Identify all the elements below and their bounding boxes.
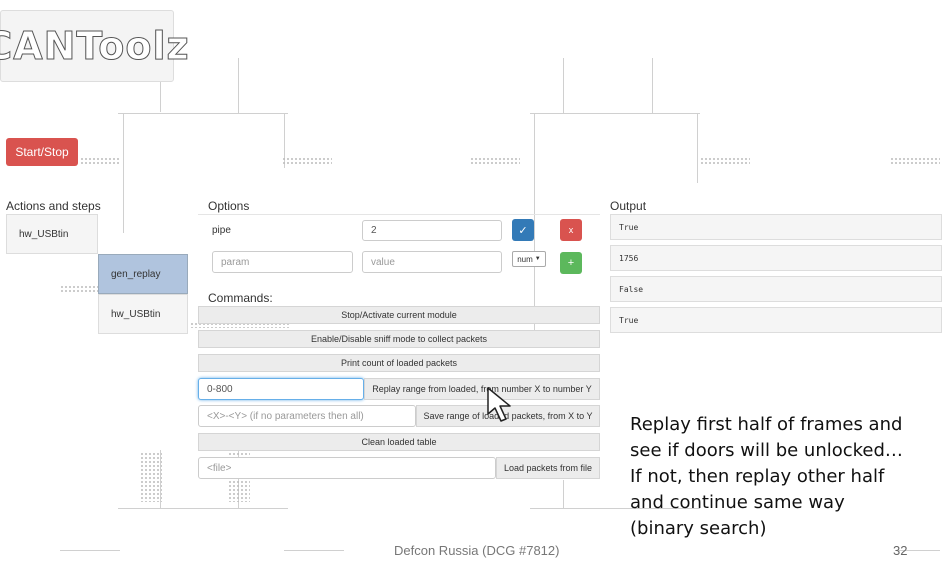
action-item-hw-usbtin[interactable]: hw_USBtin [6,214,98,254]
delete-option-button[interactable]: x [560,219,582,241]
print-count-button[interactable]: Print count of loaded packets [198,354,600,372]
logo: CANToolz [0,10,189,82]
type-select[interactable]: num ▼ [512,251,546,267]
option-name-pipe: pipe [212,225,231,236]
output-title: Output [610,199,647,213]
confirm-option-button[interactable]: ✓ [512,219,534,241]
plus-icon: + [567,257,575,269]
chevron-down-icon: ▼ [534,256,541,262]
action-item-hw-usbtin-2[interactable]: hw_USBtin [98,294,188,334]
load-file-button[interactable]: Load packets from file [496,457,600,479]
option-value-pipe[interactable]: 2 [362,220,502,241]
action-item-gen-replay[interactable]: gen_replay [98,254,188,294]
check-icon: ✓ [518,224,528,237]
cursor-arrow-icon [487,387,511,422]
options-divider [198,214,600,215]
footer-text: Defcon Russia (DCG #7812) [394,543,560,558]
replay-range-input[interactable]: 0-800 [198,378,364,400]
annotation-line: Replay first half of frames and [630,414,903,435]
replay-range-button[interactable]: Replay range from loaded, from number X … [364,378,600,400]
type-select-value: num [517,254,533,264]
sniff-toggle-button[interactable]: Enable/Disable sniff mode to collect pac… [198,330,600,348]
logo-text: CANToolz [0,24,190,69]
output-row: True [610,214,942,240]
clean-table-button[interactable]: Clean loaded table [198,433,600,451]
annotation-line: see if doors will be unlocked… [630,440,903,461]
add-option-button[interactable]: + [560,252,582,274]
new-param-input[interactable]: param [212,251,353,273]
options-title: Options [208,199,250,213]
start-stop-button[interactable]: Start/Stop [6,138,78,166]
save-range-input[interactable]: <X>-<Y> (if no parameters then all) [198,405,416,427]
output-row: False [610,276,942,302]
new-value-input[interactable]: value [362,251,502,273]
page-number: 32 [893,543,908,558]
annotation-line: and continue same way [630,492,845,513]
output-row: 1756 [610,245,942,271]
close-icon: x [568,225,574,235]
annotation-line: (binary search) [630,518,767,539]
slide-annotation: Replay first half of frames and see if d… [630,412,940,542]
stop-activate-button[interactable]: Stop/Activate current module [198,306,600,324]
actions-title: Actions and steps [6,199,101,213]
annotation-line: If not, then replay other half [630,466,885,487]
output-row: True [610,307,942,333]
file-input[interactable]: <file> [198,457,496,479]
commands-title: Commands: [208,291,273,305]
